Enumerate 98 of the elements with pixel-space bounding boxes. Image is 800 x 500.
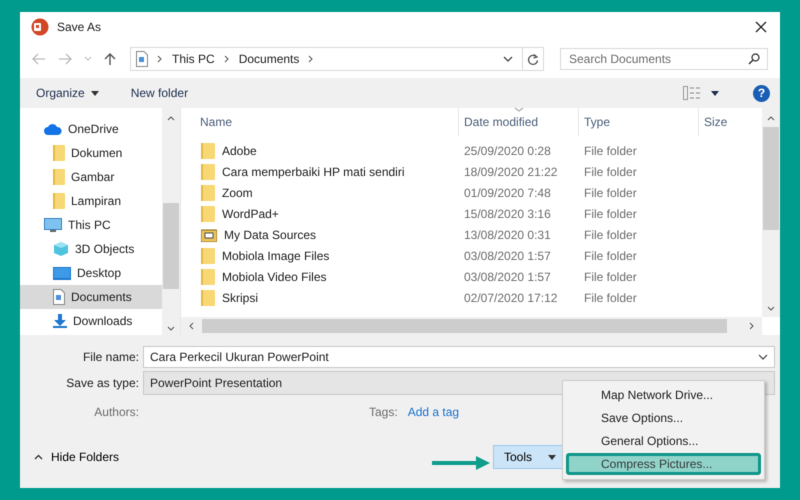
sidebar-item[interactable]: This PC — [20, 213, 162, 237]
breadcrumb-item[interactable]: Documents — [238, 52, 300, 66]
app-icon — [31, 18, 49, 36]
document-icon — [53, 289, 65, 305]
type-cell: File folder — [584, 290, 637, 304]
sidebar-item[interactable]: Gambar — [20, 165, 162, 189]
chevron-down-icon[interactable] — [503, 56, 513, 62]
chevron-right-icon — [308, 55, 314, 63]
caret-icon[interactable] — [711, 90, 719, 96]
close-icon[interactable] — [755, 21, 767, 33]
folder-icon — [53, 145, 65, 161]
menu-item[interactable]: Save Options... — [566, 407, 761, 429]
column-header[interactable]: Type — [579, 108, 699, 136]
file-name[interactable]: WordPad+ — [222, 206, 279, 220]
breadcrumb-item[interactable]: This PC — [172, 52, 215, 66]
desktop-icon — [53, 266, 71, 280]
cube-icon — [53, 241, 69, 257]
type-cell: File folder — [584, 144, 637, 158]
folder-icon — [201, 290, 215, 306]
folder-icon — [201, 142, 215, 158]
refresh-icon[interactable] — [527, 52, 539, 66]
file-name[interactable]: Zoom — [222, 186, 253, 200]
authors-label: Authors: — [93, 405, 140, 419]
folder-icon — [53, 169, 65, 185]
date-cell: 15/08/2020 3:16 — [464, 206, 551, 220]
date-cell: 13/08/2020 0:31 — [464, 228, 551, 242]
search-icon — [748, 53, 760, 65]
sidebar-item[interactable]: Desktop — [20, 261, 162, 285]
file-name[interactable]: Skripsi — [222, 290, 258, 304]
up-arrow-icon[interactable] — [104, 52, 116, 66]
folder-icon — [53, 193, 65, 209]
window-title: Save As — [57, 20, 102, 34]
column-header[interactable]: Date modified — [459, 108, 579, 136]
column-header[interactable]: Size — [699, 108, 762, 136]
file-name[interactable]: Cara memperbaiki HP mati sendiri — [222, 164, 405, 178]
type-cell: File folder — [584, 248, 637, 262]
file-name[interactable]: Mobiola Video Files — [222, 270, 327, 284]
folder-icon — [201, 268, 215, 284]
chevron-down-icon[interactable] — [758, 354, 768, 360]
folder-icon — [201, 184, 215, 200]
arrow-icon — [432, 456, 490, 470]
caret-icon — [548, 454, 556, 460]
chevron-up-icon — [34, 454, 43, 460]
scroll-up-icon[interactable] — [167, 116, 175, 121]
sidebar-item[interactable]: Downloads — [20, 309, 162, 333]
type-cell: File folder — [584, 206, 637, 220]
view-options-icon[interactable] — [683, 86, 701, 100]
search-field[interactable]: Search Documents — [560, 48, 768, 70]
date-cell: 18/09/2020 21:22 — [464, 164, 558, 178]
sidebar-item[interactable]: Lampiran — [20, 189, 162, 213]
horizontal-scrollbar[interactable] — [181, 317, 762, 335]
date-cell: 01/09/2020 7:48 — [464, 186, 551, 200]
download-icon — [53, 314, 67, 328]
folder-icon — [201, 248, 215, 264]
date-cell: 02/07/2020 17:12 — [464, 290, 558, 304]
folder-icon — [201, 206, 215, 222]
scroll-down-icon[interactable] — [167, 326, 175, 331]
hide-folders-button[interactable]: Hide Folders — [32, 448, 122, 466]
sort-icon — [514, 107, 524, 112]
tags-label: Tags: — [369, 405, 398, 419]
sidebar-item[interactable]: Dokumen — [20, 141, 162, 165]
new-folder-button[interactable]: New folder — [126, 84, 192, 102]
monitor-icon — [44, 218, 62, 232]
field-label: Save as type: — [65, 376, 140, 390]
file-name-field[interactable]: Cara Perkecil Ukuran PowerPoint — [143, 346, 775, 368]
tools-button[interactable]: Tools — [493, 445, 565, 469]
file-name[interactable]: My Data Sources — [224, 228, 316, 242]
add-tag-link[interactable]: Add a tag — [408, 405, 460, 419]
chevron-right-icon — [224, 55, 230, 63]
help-button[interactable]: ? — [753, 84, 770, 102]
file-name[interactable]: Adobe — [222, 144, 257, 158]
folder-icon — [201, 164, 215, 180]
organize-button[interactable]: Organize — [32, 84, 103, 102]
type-cell: File folder — [584, 164, 637, 178]
sidebar-item[interactable]: 3D Objects — [20, 237, 162, 261]
field-label: File name: — [82, 350, 140, 364]
scroll-right-icon[interactable] — [749, 322, 754, 330]
file-name[interactable]: Mobiola Image Files — [222, 248, 330, 262]
scroll-up-icon[interactable] — [767, 116, 775, 121]
cloud-icon — [44, 124, 62, 134]
sidebar-item[interactable]: Documents — [20, 285, 162, 309]
scroll-left-icon[interactable] — [189, 322, 194, 330]
date-cell: 03/08/2020 1:57 — [464, 270, 551, 284]
type-cell: File folder — [584, 186, 637, 200]
type-cell: File folder — [584, 270, 637, 284]
date-cell: 03/08/2020 1:57 — [464, 248, 551, 262]
address-bar[interactable]: This PC Documents — [130, 47, 544, 71]
sidebar-item[interactable]: OneDrive — [20, 117, 162, 141]
folder-icon — [201, 228, 217, 242]
column-header[interactable]: Name — [181, 108, 459, 136]
scroll-down-icon[interactable] — [767, 306, 775, 311]
type-cell: File folder — [584, 228, 637, 242]
menu-item[interactable]: Compress Pictures... — [566, 453, 761, 475]
menu-item[interactable]: General Options... — [566, 430, 761, 452]
date-cell: 25/09/2020 0:28 — [464, 144, 551, 158]
chevron-right-icon — [157, 55, 163, 63]
caret-icon — [90, 90, 99, 96]
document-icon — [136, 51, 148, 67]
